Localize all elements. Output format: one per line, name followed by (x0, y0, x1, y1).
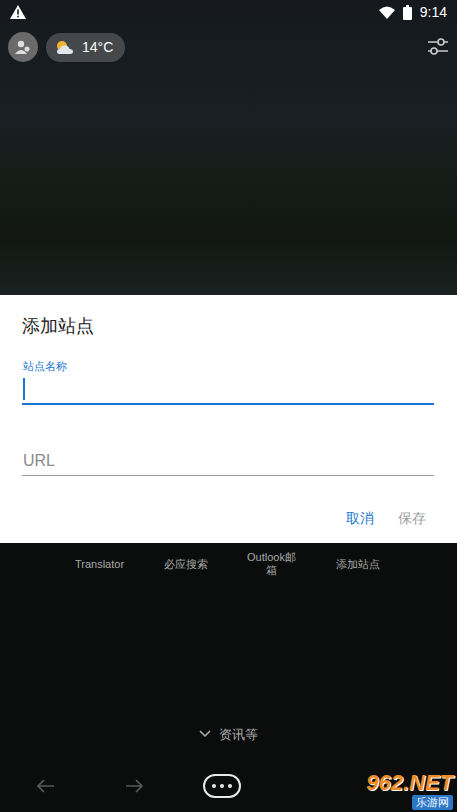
site-tile[interactable]: Translator (57, 551, 143, 581)
account-button[interactable] (8, 32, 38, 62)
chevron-down-icon (199, 730, 211, 738)
watermark-site: 乐游网 (412, 795, 453, 810)
site-tile[interactable]: 添加站点 (315, 551, 401, 581)
url-field (22, 445, 434, 476)
forward-arrow-icon (125, 779, 143, 793)
url-input[interactable] (22, 445, 434, 475)
site-label: 添加站点 (329, 558, 387, 571)
forward-button[interactable] (114, 766, 154, 806)
status-bar: 9:14 (0, 0, 457, 24)
site-tile[interactable]: Outlook邮箱 (229, 551, 315, 581)
wifi-icon (379, 6, 395, 19)
watermark: 962.NET 乐游网 (366, 772, 453, 810)
browser-screen: 9:14 14°C 添加站点 站点名称 (0, 0, 457, 812)
site-tile[interactable]: 必应搜索 (143, 551, 229, 581)
wallpaper: 9:14 14°C (0, 0, 457, 295)
partly-cloudy-icon (54, 39, 74, 55)
more-dots-icon (203, 774, 241, 798)
dialog-title: 添加站点 (22, 315, 434, 337)
user-icon (15, 40, 31, 54)
top-bar: 14°C (0, 24, 457, 62)
weather-button[interactable]: 14°C (46, 33, 125, 62)
save-button[interactable]: 保存 (390, 502, 434, 535)
back-arrow-icon (37, 779, 55, 793)
watermark-number: 962.NET (366, 772, 453, 794)
site-label: Outlook邮箱 (243, 551, 301, 577)
text-cursor (23, 378, 25, 400)
temperature: 14°C (82, 37, 113, 58)
site-name-label: 站点名称 (22, 359, 434, 373)
more-toggle[interactable]: 资讯等 (0, 725, 457, 765)
more-label: 资讯等 (219, 725, 258, 745)
add-site-dialog: 添加站点 站点名称 取消 保存 (0, 295, 457, 543)
site-label: 必应搜索 (157, 558, 215, 571)
battery-icon (403, 5, 412, 20)
site-label: Translator (60, 558, 140, 571)
back-button[interactable] (26, 766, 66, 806)
warning-icon (10, 5, 26, 19)
site-name-field (22, 373, 434, 405)
site-name-input[interactable] (22, 373, 434, 403)
settings-sliders-icon[interactable] (427, 37, 449, 57)
clock: 9:14 (420, 2, 447, 23)
site-tiles: Translator 必应搜索 Outlook邮箱 添加站点 (0, 543, 457, 581)
menu-button[interactable] (202, 766, 242, 806)
cancel-button[interactable]: 取消 (338, 502, 382, 535)
